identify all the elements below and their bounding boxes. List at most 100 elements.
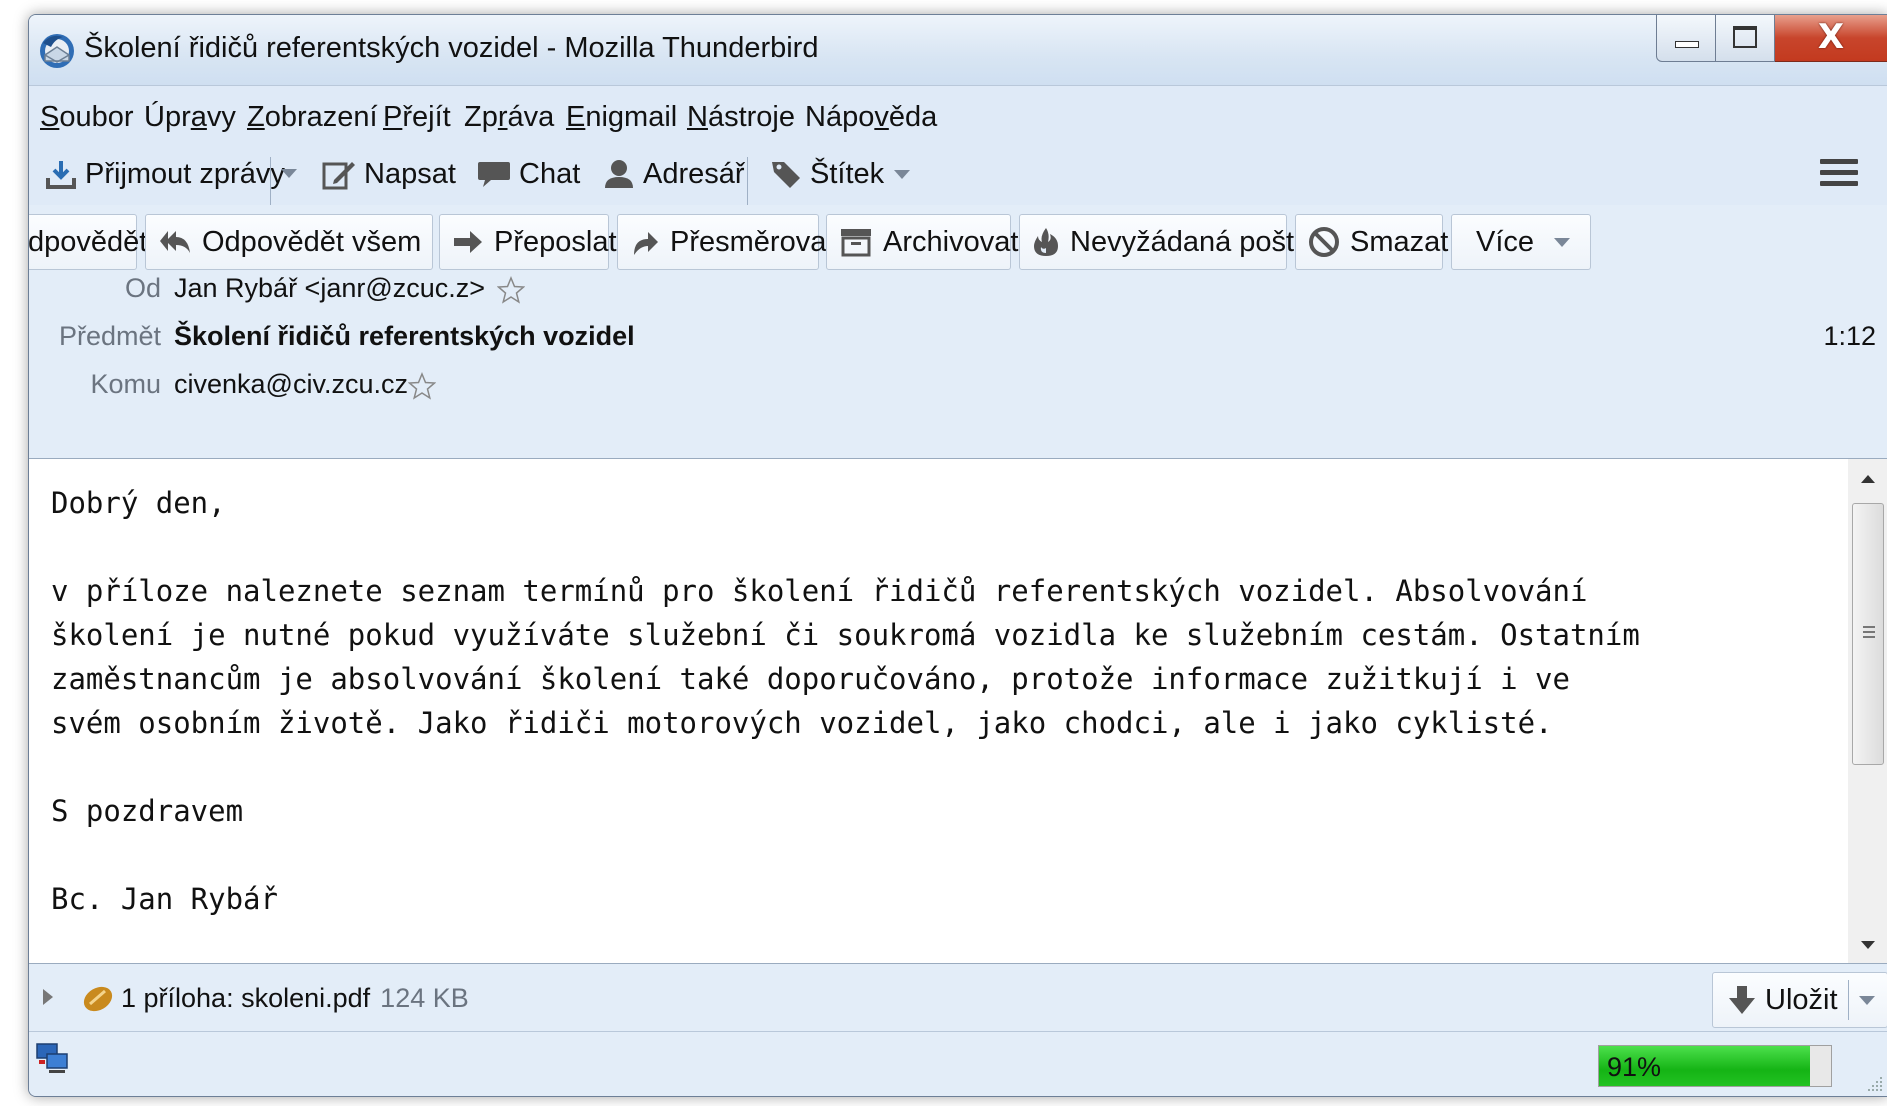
recipient-address[interactable]: civenka@civ.zcu.cz [174, 369, 408, 399]
from-label: Od [124, 273, 161, 303]
scroll-down-icon[interactable] [1861, 941, 1875, 949]
thunderbird-window: Školení řidičů referentských vozidel - M… [28, 14, 1887, 1097]
scroll-thumb[interactable] [1852, 503, 1884, 765]
archive-label: Archivovat [883, 225, 1019, 258]
progress-text: 91% [1607, 1052, 1662, 1082]
person-icon [605, 160, 633, 188]
get-mail-button[interactable]: Přijmout zprávy [45, 143, 285, 205]
menu-edit[interactable]: Úpravy [144, 101, 236, 134]
maximize-button[interactable] [1716, 15, 1775, 62]
divider [747, 157, 748, 205]
thunderbird-app-icon [40, 34, 74, 68]
redirect-label: Přesměrovat [670, 225, 835, 258]
more-label: Více [1476, 225, 1535, 258]
app-menu-icon[interactable] [1820, 159, 1858, 191]
window-title: Školení řidičů referentských vozidel - M… [84, 32, 819, 64]
minimize-button[interactable] [1656, 15, 1716, 62]
save-label: Uložit [1765, 983, 1838, 1016]
from-field[interactable]: Jan Rybář <janr@zcuc.z> [174, 273, 525, 304]
resize-grip-icon[interactable] [1866, 1075, 1884, 1093]
address-book-button[interactable]: Adresář [603, 143, 745, 205]
reply-button[interactable]: dpovědět [29, 214, 147, 270]
junk-button[interactable]: Nevyžádaná pošta [1019, 214, 1310, 270]
attachment-label: 1 příloha: skoleni.pdf [121, 983, 371, 1013]
save-attachment-button[interactable]: Uložit [1712, 972, 1887, 1028]
message-body-text: Dobrý den, v příloze naleznete seznam te… [51, 486, 1640, 916]
menu-tools[interactable]: Nástroje [687, 101, 795, 134]
menu-enigmail[interactable]: Enigmail [566, 101, 677, 134]
tag-label: Štítek [810, 157, 885, 190]
message-header: Od Jan Rybář <janr@zcuc.z> Předmět Škole… [29, 273, 1887, 459]
minimize-icon [1675, 41, 1699, 48]
download-arrow-icon [1729, 986, 1755, 1014]
title-bar[interactable]: Školení řidičů referentských vozidel - M… [29, 15, 1887, 85]
chat-label: Chat [519, 157, 581, 190]
archive-icon [841, 229, 871, 257]
star-icon[interactable] [407, 371, 436, 400]
pencil-icon [322, 162, 355, 190]
menu-help[interactable]: Nápověda [805, 101, 937, 134]
menu-message[interactable]: Zpráva [464, 101, 554, 134]
tag-icon [772, 162, 800, 188]
menu-go[interactable]: Přejít [383, 101, 451, 134]
download-icon [46, 161, 76, 189]
archive-button[interactable]: Archivovat [826, 214, 1018, 270]
chevron-down-icon [1554, 237, 1571, 247]
more-button[interactable]: Více [1451, 214, 1591, 270]
junk-label: Nevyžádaná pošta [1070, 225, 1311, 258]
attachment-item[interactable]: 1 příloha: skoleni.pdf 124 KB [121, 983, 469, 1014]
menu-view[interactable]: Zobrazení [247, 101, 378, 134]
chat-button[interactable]: Chat [477, 143, 580, 205]
to-label: Komu [90, 369, 161, 399]
tag-button[interactable]: Štítek [770, 143, 911, 205]
maximize-icon [1733, 26, 1757, 48]
window-controls: X [1656, 15, 1887, 65]
write-button[interactable]: Napsat [322, 143, 456, 205]
reply-all-icon [160, 231, 190, 253]
chat-icon [478, 162, 510, 187]
progress-bar: 91% [1598, 1045, 1832, 1087]
message-body[interactable]: Dobrý den, v příloze naleznete seznam te… [29, 459, 1887, 963]
close-icon: X [1817, 17, 1845, 57]
forward-label: Přeposlat [494, 225, 617, 258]
delete-button[interactable]: Smazat [1295, 214, 1448, 270]
redirect-icon [634, 232, 658, 255]
get-mail-label: Přijmout zprávy [85, 157, 285, 190]
reply-label: dpovědět [28, 225, 148, 258]
divider [270, 157, 271, 205]
redirect-button[interactable]: Přesměrovat [617, 214, 834, 270]
online-status-icon[interactable] [35, 1042, 71, 1074]
menu-bar: Soubor Úpravy Zobrazení Přejít Zpráva En… [29, 85, 1887, 144]
main-toolbar: Přijmout zprávy Napsat Chat Adresář Štít… [29, 143, 1887, 205]
paperclip-icon [83, 986, 113, 1012]
write-label: Napsat [364, 157, 456, 190]
subject-text: Školení řidičů referentských vozidel [174, 321, 635, 351]
close-button[interactable]: X [1775, 15, 1887, 62]
delete-icon [1309, 227, 1339, 257]
attachment-bar: 1 příloha: skoleni.pdf 124 KB Uložit [29, 963, 1887, 1032]
to-field[interactable]: civenka@civ.zcu.cz [174, 369, 436, 400]
delete-label: Smazat [1350, 225, 1449, 258]
divider [1847, 980, 1849, 1020]
sender-address[interactable]: Jan Rybář <janr@zcuc.z> [174, 273, 485, 303]
forward-button[interactable]: Přeposlat [439, 214, 617, 270]
menu-file[interactable]: Soubor [40, 101, 134, 134]
reply-all-button[interactable]: Odpovědět všem [145, 214, 464, 270]
chevron-down-icon [894, 169, 911, 179]
chevron-down-icon[interactable] [281, 169, 297, 178]
address-book-label: Adresář [643, 157, 745, 190]
reply-all-label: Odpovědět všem [202, 225, 422, 258]
subject-label: Předmět [58, 321, 161, 351]
grip-icon [1863, 626, 1875, 641]
vertical-scrollbar[interactable] [1848, 459, 1887, 963]
flame-icon [1034, 228, 1058, 256]
attachment-size: 124 KB [380, 983, 469, 1013]
message-time: 1:12 [1823, 321, 1876, 351]
star-icon[interactable] [496, 275, 525, 304]
status-bar: 91% [29, 1031, 1887, 1096]
arrow-right-icon [454, 231, 482, 253]
chevron-down-icon[interactable] [1858, 995, 1875, 1005]
expand-attachments-icon[interactable] [43, 989, 53, 1005]
scroll-up-icon[interactable] [1861, 475, 1875, 483]
message-header-toolbar: dpovědět Odpovědět všem Přeposlat Přesmě… [29, 205, 1887, 273]
